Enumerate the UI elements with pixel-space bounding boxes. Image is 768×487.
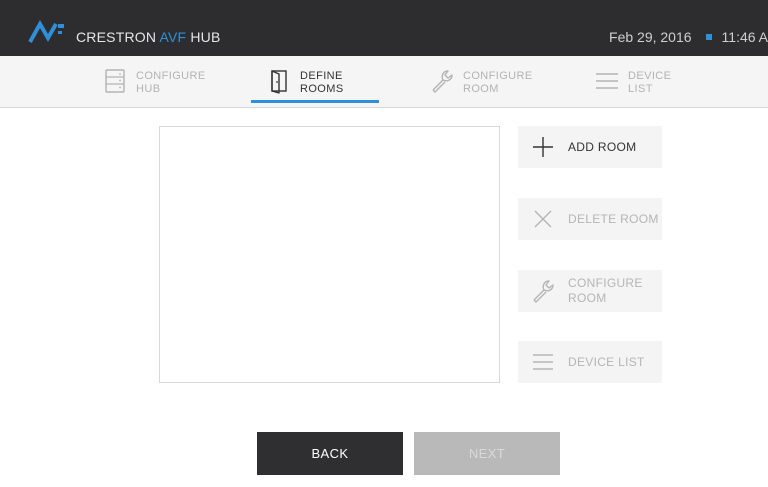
active-tab-indicator [251, 100, 379, 103]
app-header: CRESTRON AVF HUB Feb 29, 2016 11:46 A [0, 0, 768, 56]
server-icon [98, 64, 132, 98]
app-title: CRESTRON AVF HUB [76, 29, 221, 45]
tab-configure-hub[interactable]: CONFIGURE HUB [98, 64, 206, 108]
tab-device-list[interactable]: DEVICE LIST [590, 64, 671, 108]
tab-label: CONFIGURE ROOM [463, 70, 533, 95]
action-label: CONFIGURE ROOM [568, 276, 643, 305]
action-label: ADD ROOM [568, 139, 637, 154]
add-room-button[interactable]: ADD ROOM [518, 126, 662, 168]
room-list[interactable] [159, 126, 500, 383]
wrench-icon [518, 270, 568, 312]
back-button[interactable]: BACK [257, 432, 403, 475]
tab-configure-room[interactable]: CONFIGURE ROOM [425, 64, 533, 108]
action-label: DEVICE LIST [568, 354, 645, 369]
list-icon [518, 341, 568, 383]
close-icon [518, 198, 568, 240]
action-label: DELETE ROOM [568, 211, 659, 226]
wizard-tabs: CONFIGURE HUB DEFINE ROOMS CONFIGURE ROO… [0, 56, 768, 108]
separator-dot-icon [705, 34, 712, 40]
time-label: 11:46 A [721, 29, 768, 45]
tab-label: DEFINE ROOMS [300, 70, 344, 95]
date-label: Feb 29, 2016 [609, 29, 692, 45]
tab-label: CONFIGURE HUB [136, 70, 206, 95]
plus-icon [518, 126, 568, 168]
wrench-icon [425, 64, 459, 98]
door-icon [262, 64, 296, 98]
list-icon [590, 64, 624, 98]
device-list-button[interactable]: DEVICE LIST [518, 341, 662, 383]
delete-room-button[interactable]: DELETE ROOM [518, 198, 662, 240]
configure-room-button[interactable]: CONFIGURE ROOM [518, 270, 662, 312]
next-button[interactable]: NEXT [414, 432, 560, 475]
crestron-logo-icon [28, 20, 64, 43]
date-time: Feb 29, 2016 11:46 A [609, 29, 768, 45]
tab-label: DEVICE LIST [628, 70, 672, 95]
